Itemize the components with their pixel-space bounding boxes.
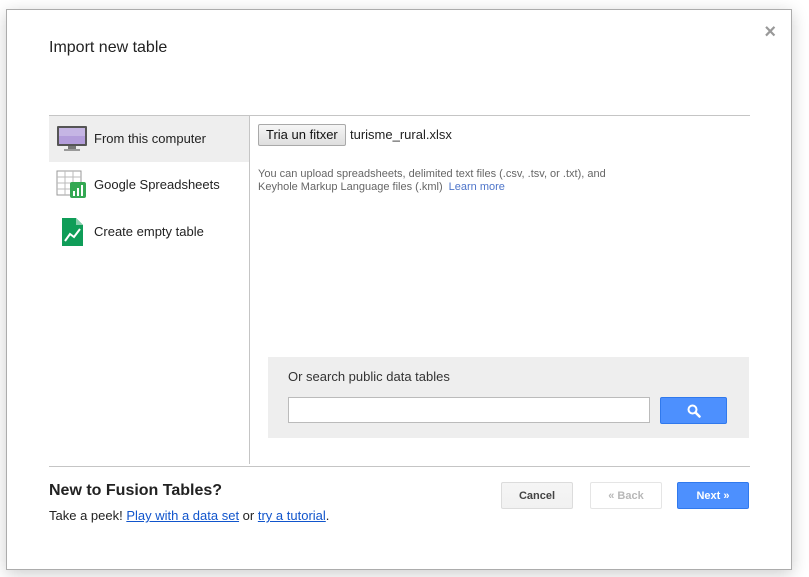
upload-help-text: You can upload spreadsheets, delimited t… [258, 168, 618, 194]
spreadsheet-icon [56, 170, 88, 200]
play-data-set-link[interactable]: Play with a data set [126, 508, 239, 523]
or-text: or [239, 508, 258, 523]
new-user-heading: New to Fusion Tables? [49, 482, 223, 499]
back-button[interactable]: « Back [590, 482, 662, 509]
fusion-table-icon [56, 217, 88, 247]
help-text: You can upload spreadsheets, delimited t… [258, 168, 606, 193]
source-sidebar: From this computer Google Spreadsheets C… [49, 116, 250, 464]
search-icon [687, 404, 701, 418]
sidebar-item-from-computer[interactable]: From this computer [49, 116, 249, 162]
import-dialog: Import new table × From this computer Go… [6, 9, 792, 570]
cancel-button[interactable]: Cancel [501, 482, 573, 509]
search-button[interactable] [660, 397, 727, 424]
sidebar-item-create-empty[interactable]: Create empty table [49, 209, 249, 255]
tutorial-link[interactable]: try a tutorial [258, 508, 326, 523]
sidebar-item-google-spreadsheets[interactable]: Google Spreadsheets [49, 162, 249, 208]
close-icon[interactable]: × [764, 22, 776, 42]
selected-file-name: turisme_rural.xlsx [350, 127, 452, 142]
choose-file-button[interactable]: Tria un fitxer [258, 124, 346, 146]
period-text: . [325, 508, 330, 523]
new-user-text: Take a peek! Play with a data set or try… [49, 508, 329, 523]
search-label: Or search public data tables [288, 369, 450, 384]
public-search-panel: Or search public data tables [268, 357, 749, 438]
sidebar-item-label: From this computer [94, 131, 206, 146]
sidebar-item-label: Create empty table [94, 224, 204, 239]
dialog-title: Import new table [49, 39, 168, 56]
monitor-icon [56, 124, 88, 154]
next-button[interactable]: Next » [677, 482, 749, 509]
sidebar-item-label: Google Spreadsheets [94, 177, 220, 192]
learn-more-link[interactable]: Learn more [449, 181, 505, 193]
search-input[interactable] [288, 397, 650, 423]
peek-text: Take a peek! [49, 508, 127, 523]
